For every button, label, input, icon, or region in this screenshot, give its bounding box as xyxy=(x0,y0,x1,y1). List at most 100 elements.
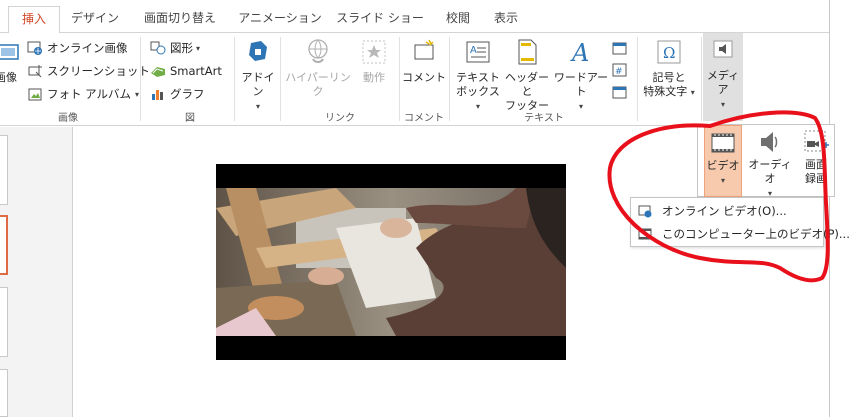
chevron-down-icon: ▾ xyxy=(255,102,260,111)
online-images-button[interactable]: オンライン画像 xyxy=(27,38,128,58)
group-label-illustrations: 図 xyxy=(185,113,195,124)
online-images-label: オンライン画像 xyxy=(47,41,128,55)
film-strip-icon xyxy=(710,130,736,156)
audio-label: オーディオ xyxy=(748,158,792,185)
header-footer-button[interactable]: ヘッダーと フッター xyxy=(502,35,552,112)
chevron-down-icon: ▾ xyxy=(690,88,695,97)
chevron-down-icon: ▾ xyxy=(135,89,140,99)
video-object[interactable] xyxy=(216,164,566,360)
scrollbar[interactable] xyxy=(830,0,850,417)
media-label: メディア xyxy=(706,69,740,96)
group-divider xyxy=(280,37,281,121)
screen-recording-label-line2: 録画 xyxy=(805,172,827,185)
ribbon-tab-bar: 挿入 デザイン 画面切り替え アニメーション スライド ショー 校閲 表示 xyxy=(0,0,850,34)
chevron-down-icon: ▾ xyxy=(720,100,725,109)
menu-item-online-video-label: オンライン ビデオ(O)... xyxy=(662,204,787,218)
textbox-label-line1: テキスト xyxy=(456,71,500,84)
addins-button[interactable]: アドイン ▾ xyxy=(238,35,278,111)
hyperlink-label: ハイパーリンク xyxy=(285,71,351,98)
screen-recording-label-line1: 画面 xyxy=(805,158,827,171)
slide-thumbnail-selected[interactable] xyxy=(0,215,8,275)
video-frame-image xyxy=(216,188,566,336)
group-divider xyxy=(140,37,141,121)
media-dropdown-panel: ビデオ ▾ オーディオ ▾ 画面 録画 xyxy=(697,124,835,198)
slide-thumbnail[interactable] xyxy=(0,135,8,205)
ribbon: 画像 オンライン画像 スクリーンショット ▾ フォト アルバム ▾ 画像 図形 … xyxy=(0,33,829,126)
screen-recording-icon xyxy=(803,129,829,155)
slide-thumbnail[interactable] xyxy=(0,287,8,357)
group-divider xyxy=(701,37,702,121)
shapes-icon xyxy=(150,40,166,56)
omega-symbol-icon: Ω xyxy=(654,37,684,67)
comment-button[interactable]: コメント xyxy=(402,35,446,107)
tab-transitions[interactable]: 画面切り替え xyxy=(136,6,224,33)
group-label-text: テキスト xyxy=(524,113,564,124)
smartart-label: SmartArt xyxy=(170,64,222,78)
screenshot-icon xyxy=(27,63,43,79)
calendar-icon xyxy=(612,40,628,56)
svg-text:Ω: Ω xyxy=(663,44,675,62)
comment-label: コメント xyxy=(402,71,446,84)
video-insert-menu: オンライン ビデオ(O)... このコンピューター上のビデオ(P)... xyxy=(630,197,850,247)
header-footer-icon xyxy=(512,37,542,67)
slide-number-button[interactable]: # xyxy=(612,60,630,80)
screenshot-label: スクリーンショット xyxy=(47,64,150,78)
action-button[interactable]: 動作 xyxy=(354,35,394,107)
group-divider xyxy=(449,37,450,121)
chevron-down-icon: ▾ xyxy=(196,43,201,53)
speaker-icon xyxy=(757,129,783,155)
chart-icon xyxy=(150,86,166,102)
group-divider xyxy=(234,37,235,121)
group-label-images: 画像 xyxy=(58,113,78,124)
photo-album-button[interactable]: フォト アルバム ▾ xyxy=(27,84,139,104)
addins-label: アドイン xyxy=(241,71,275,98)
tab-insert[interactable]: 挿入 xyxy=(8,6,60,34)
group-label-comments: コメント xyxy=(404,113,444,124)
pictures-button[interactable]: 画像 xyxy=(0,35,19,107)
object-icon xyxy=(612,84,628,100)
audio-button[interactable]: オーディオ ▾ xyxy=(746,125,794,198)
film-strip-icon xyxy=(638,227,652,241)
chevron-down-icon: ▾ xyxy=(720,176,725,185)
shapes-button[interactable]: 図形 ▾ xyxy=(150,38,200,58)
slide-thumbnail[interactable] xyxy=(0,369,8,417)
shapes-label: 図形 xyxy=(170,41,193,55)
menu-item-online-video[interactable]: オンライン ビデオ(O)... xyxy=(631,200,823,222)
photo-album-icon xyxy=(27,86,43,102)
slide-number-icon: # xyxy=(612,62,628,78)
screen-recording-button[interactable]: 画面 録画 xyxy=(798,125,834,197)
symbols-label-line1: 記号と xyxy=(652,71,686,84)
pictures-label: 画像 xyxy=(0,71,17,84)
textbox-button[interactable]: A テキスト ボックス ▾ xyxy=(454,35,502,111)
star-icon xyxy=(359,37,389,67)
object-button[interactable] xyxy=(612,82,630,102)
tab-review[interactable]: 校閲 xyxy=(436,6,480,33)
online-image-icon xyxy=(27,40,43,56)
chart-label: グラフ xyxy=(170,87,205,101)
hyperlink-button[interactable]: ハイパーリンク xyxy=(284,35,352,107)
wordart-button[interactable]: A ワードアート ▾ xyxy=(552,35,610,111)
tab-view[interactable]: 表示 xyxy=(484,6,528,33)
date-time-button[interactable] xyxy=(612,38,630,58)
action-label: 動作 xyxy=(363,71,385,84)
symbols-label-line2: 特殊文字 xyxy=(643,85,688,98)
tab-design[interactable]: デザイン xyxy=(64,6,126,33)
header-footer-label-line1: ヘッダーと xyxy=(505,71,549,98)
chart-button[interactable]: グラフ xyxy=(150,84,205,104)
tab-animations[interactable]: アニメーション xyxy=(236,6,324,33)
menu-item-video-on-pc[interactable]: このコンピューター上のビデオ(P)... xyxy=(631,223,850,245)
wordart-label: ワードアート xyxy=(553,71,609,98)
video-button[interactable]: ビデオ ▾ xyxy=(704,125,742,197)
svg-text:#: # xyxy=(615,67,623,77)
media-button[interactable]: メディア ▾ xyxy=(703,33,743,121)
menu-item-video-on-pc-label: このコンピューター上のビデオ(P)... xyxy=(662,227,850,241)
screenshot-button[interactable]: スクリーンショット ▾ xyxy=(27,61,158,81)
tab-slideshow[interactable]: スライド ショー xyxy=(330,6,430,33)
symbols-button[interactable]: Ω 記号と 特殊文字 ▾ xyxy=(640,35,698,107)
wordart-icon: A xyxy=(566,37,596,67)
group-divider xyxy=(637,37,638,121)
svg-text:A: A xyxy=(470,45,477,56)
smartart-button[interactable]: SmartArt xyxy=(150,61,222,81)
smartart-icon xyxy=(150,63,166,79)
group-divider xyxy=(399,37,400,121)
